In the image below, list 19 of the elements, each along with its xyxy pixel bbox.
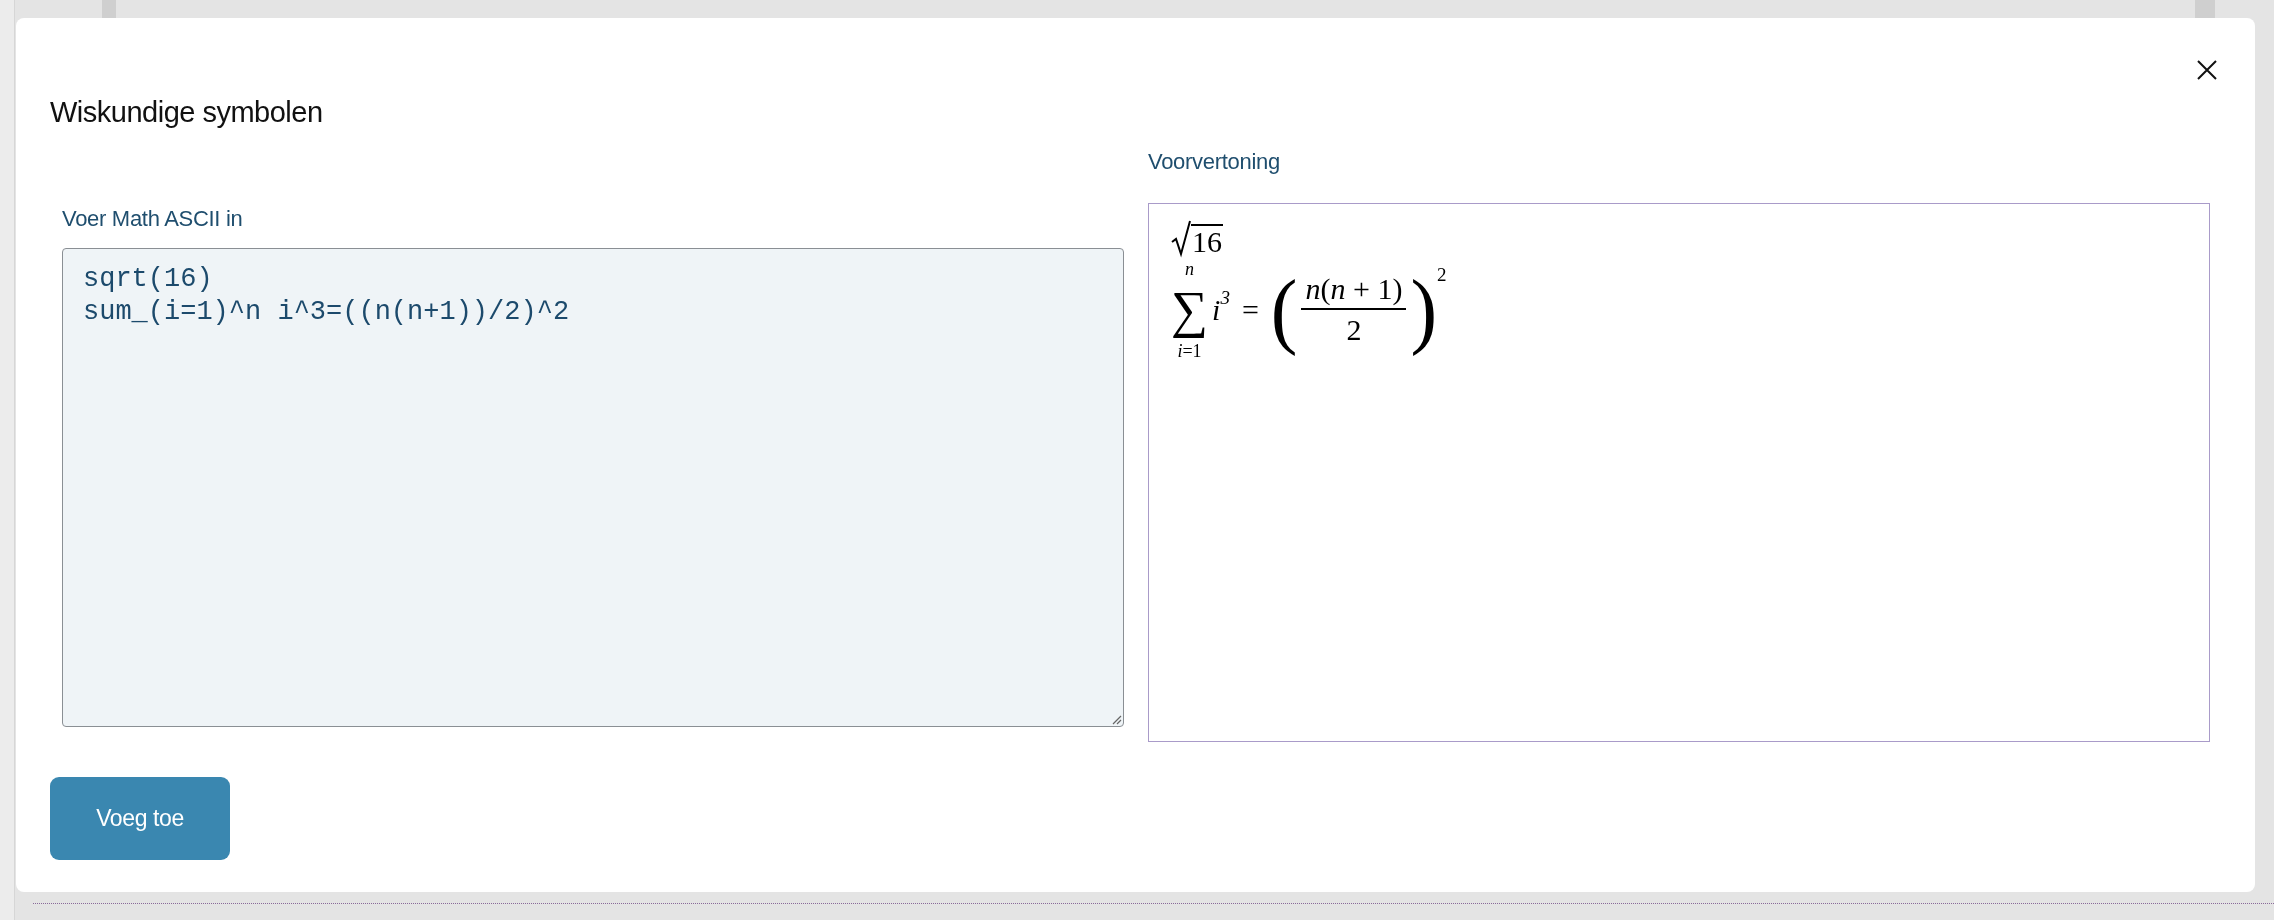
math-exponent: 2 [1437,264,1447,285]
radical-sign-icon [1171,220,1191,258]
add-button[interactable]: Voeg toe [50,777,230,860]
close-icon[interactable] [2195,58,2219,82]
math-input-field[interactable]: sqrt(16) sum_(i=1)^n i^3=((n(n+1))/2)^2 [62,248,1124,727]
background-strip [102,0,116,18]
preview-label: Voorvertoning [1148,149,1280,175]
math-term: i$^{3}$ [1212,293,1230,327]
math-lower-limit: i=1 [1177,342,1202,360]
math-radicand: 16 [1191,224,1223,258]
math-relation: = [1241,293,1259,327]
sum-symbol: ∑ [1171,280,1209,340]
field-label: Voer Math ASCII in [62,206,243,232]
dialog-title: Wiskundige symbolen [50,95,323,130]
fraction-denominator: 2 [1346,312,1362,348]
fraction-numerator: n(n + 1) [1301,270,1407,310]
math-upper-limit: n [1185,260,1195,278]
background-strip [2195,0,2215,18]
resize-grip-icon[interactable] [1110,713,1122,725]
